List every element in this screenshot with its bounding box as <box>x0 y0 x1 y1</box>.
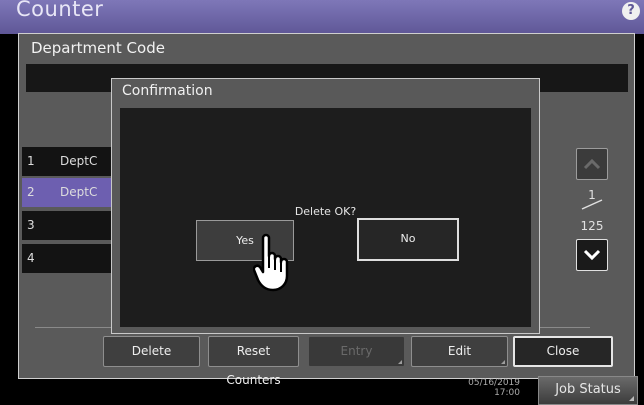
corner-indicator-icon <box>501 360 505 364</box>
reset-counters-button[interactable]: Reset Counters <box>208 336 299 387</box>
dialog-message: Delete OK? <box>294 205 357 218</box>
row-number: 1 <box>27 154 35 168</box>
date-text: 05/16/2019 <box>468 378 520 388</box>
pointer-hand-icon <box>253 233 289 292</box>
chevron-down-icon <box>583 249 601 261</box>
delete-button[interactable]: Delete <box>103 336 200 367</box>
no-button[interactable]: No <box>357 218 459 261</box>
row-number: 3 <box>27 218 35 232</box>
entry-label: Entry <box>340 344 373 358</box>
page-total: 125 <box>580 219 604 233</box>
job-status-label: Job Status <box>555 382 621 397</box>
app-title: Counter <box>16 0 104 21</box>
entry-button[interactable]: Entry <box>308 336 405 367</box>
scroll-down-button[interactable] <box>576 239 608 271</box>
page-separator <box>581 199 603 210</box>
close-button[interactable]: Close <box>513 336 613 367</box>
row-name: DeptC <box>60 185 98 199</box>
panel-title: Department Code <box>31 39 165 57</box>
top-bar: Counter ? <box>0 0 644 34</box>
chevron-up-icon <box>583 158 601 170</box>
dialog-body: Delete OK? Yes No <box>120 108 531 327</box>
confirmation-dialog: Confirmation Delete OK? Yes No <box>111 78 540 334</box>
corner-indicator-icon <box>398 360 402 364</box>
scroll-up-button[interactable] <box>576 148 608 180</box>
dialog-title: Confirmation <box>122 83 213 99</box>
screen: Counter ? Department Code 1 DeptC 2 Dept… <box>0 0 644 405</box>
corner-indicator-icon <box>629 396 634 401</box>
row-name: DeptC <box>60 154 98 168</box>
row-number: 4 <box>27 251 35 265</box>
edit-label: Edit <box>447 344 472 358</box>
job-status-button[interactable]: Job Status <box>538 376 638 405</box>
edit-button[interactable]: Edit <box>411 336 508 367</box>
time-text: 17:00 <box>494 388 520 398</box>
datetime: 05/16/2019 17:00 <box>460 378 520 398</box>
row-number: 2 <box>27 185 35 199</box>
help-icon[interactable]: ? <box>622 2 640 20</box>
